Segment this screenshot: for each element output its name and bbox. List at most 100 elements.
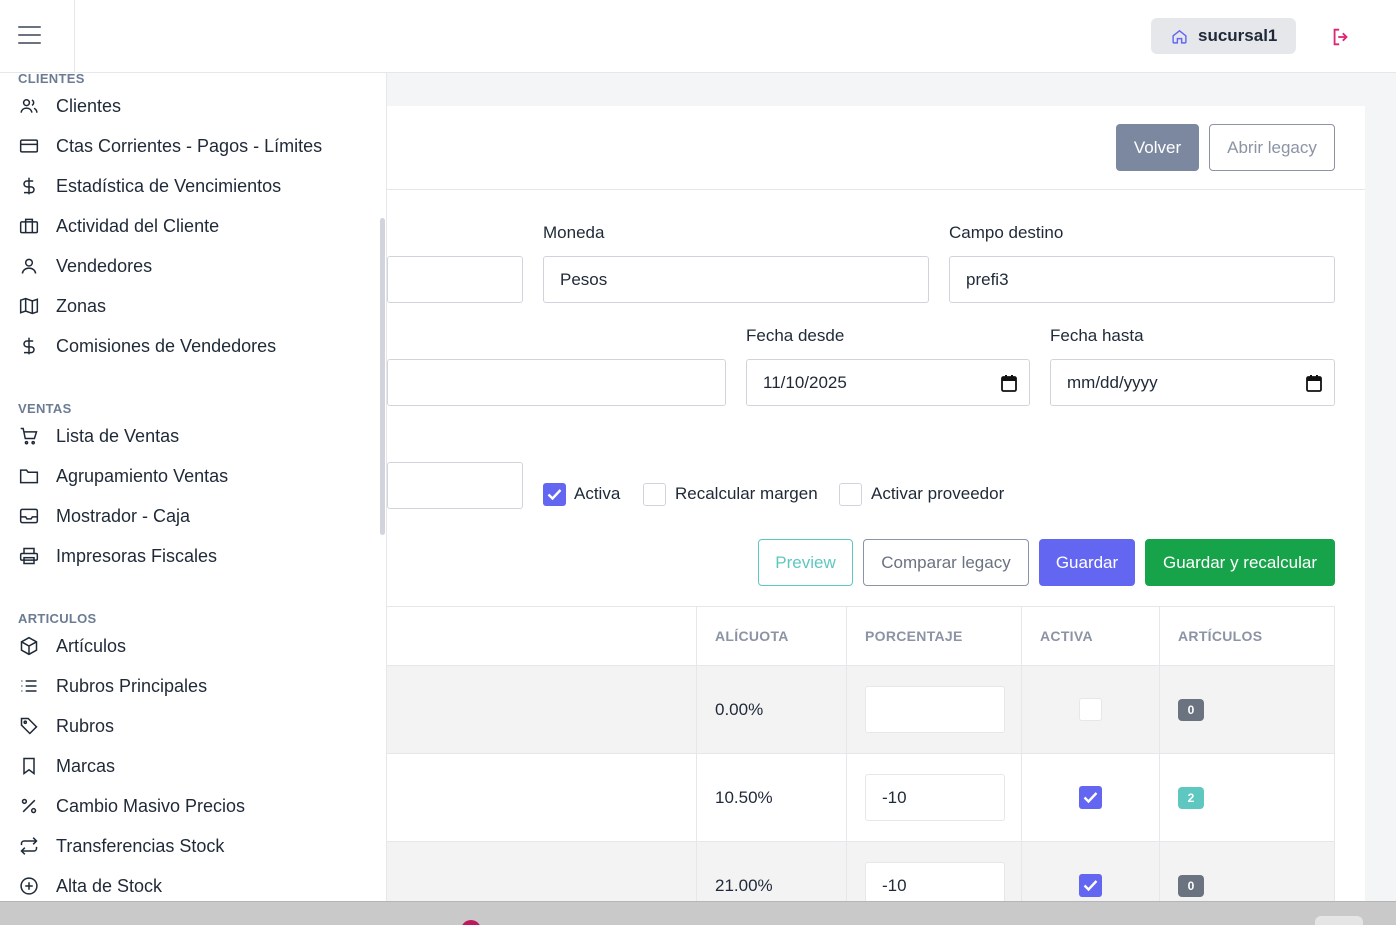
header-articulos: ARTÍCULOS	[1159, 607, 1335, 665]
tag-icon	[18, 715, 40, 737]
back-button[interactable]: Volver	[1116, 124, 1199, 171]
sidebar-item-label: Mostrador - Caja	[56, 505, 191, 526]
preview-button[interactable]: Preview	[758, 539, 853, 586]
activa-label: Activa	[574, 484, 621, 503]
sidebar-item-lista-ventas[interactable]: Lista de Ventas	[18, 421, 179, 451]
sidebar-item-label: Marcas	[56, 755, 116, 776]
check-icon	[547, 489, 562, 501]
header-porcentaje: PORCENTAJE	[846, 607, 1021, 665]
sidebar-item-marcas[interactable]: Marcas	[18, 751, 115, 781]
activa-cell	[1021, 754, 1159, 841]
main-card: Volver Abrir legacy Moneda Pesos Campo d…	[387, 106, 1365, 925]
list-icon	[18, 675, 40, 697]
recalcular-margen-label: Recalcular margen	[675, 484, 818, 503]
section-title-clientes: CLIENTES	[18, 73, 85, 86]
sidebar-item-ctas-corrientes[interactable]: Ctas Corrientes - Pagos - Límites	[18, 131, 322, 161]
sidebar-item-impresoras-fiscales[interactable]: Impresoras Fiscales	[18, 541, 217, 571]
folder-icon	[18, 465, 40, 487]
bookmark-icon	[18, 755, 40, 777]
sidebar-item-actividad-cliente[interactable]: Actividad del Cliente	[18, 211, 219, 241]
save-and-recalculate-button[interactable]: Guardar y recalcular	[1145, 539, 1335, 586]
sidebar-item-rubros-principales[interactable]: Rubros Principales	[18, 671, 207, 701]
percent-icon	[18, 795, 40, 817]
logout-icon[interactable]	[1330, 26, 1352, 48]
field-hidden-left-2[interactable]	[387, 359, 726, 406]
field-hidden-left-3[interactable]	[387, 462, 523, 509]
sidebar-item-label: Zonas	[56, 295, 107, 316]
branch-name: sucursal1	[1198, 26, 1278, 45]
sidebar-item-label: Rubros Principales	[56, 675, 208, 696]
sidebar-item-clientes[interactable]: Clientes	[18, 91, 121, 121]
fecha-desde-label: Fecha desde	[746, 326, 845, 345]
sidebar-item-agrupamiento-ventas[interactable]: Agrupamiento Ventas	[18, 461, 228, 491]
moneda-select[interactable]: Pesos	[543, 256, 929, 303]
home-icon	[1172, 29, 1187, 44]
branch-selector[interactable]: sucursal1	[1151, 18, 1296, 54]
fecha-desde-value: 11/10/2025	[763, 372, 847, 392]
user-icon	[18, 255, 40, 277]
articulos-count-badge[interactable]: 2	[1178, 786, 1204, 809]
articulos-count-badge[interactable]: 0	[1178, 874, 1204, 897]
map-icon	[18, 295, 40, 317]
sidebar-item-label: Actividad del Cliente	[56, 215, 220, 236]
articulos-cell: 0	[1159, 666, 1335, 753]
sidebar-item-label: Clientes	[56, 95, 122, 116]
bottom-taskbar	[0, 901, 1396, 925]
alicuota-cell: 10.50%	[696, 754, 846, 841]
header-activa: ACTIVA	[1021, 607, 1159, 665]
campo-destino-label: Campo destino	[949, 223, 1064, 242]
sidebar-item-label: Agrupamiento Ventas	[56, 465, 229, 486]
activa-checkbox[interactable]	[543, 483, 566, 506]
sidebar-item-estadistica-vencimientos[interactable]: Estadística de Vencimientos	[18, 171, 281, 201]
calendar-icon[interactable]	[1306, 374, 1322, 392]
activar-proveedor-label: Activar proveedor	[871, 484, 1005, 503]
row-activa-checkbox[interactable]	[1079, 786, 1102, 809]
menu-toggle-area[interactable]	[0, 0, 75, 73]
field-hidden-left-1[interactable]	[387, 256, 523, 303]
porcentaje-input[interactable]	[865, 686, 1005, 733]
check-icon	[1083, 880, 1098, 892]
sidebar-item-label: Alta de Stock	[56, 875, 163, 896]
sidebar-item-label: Artículos	[56, 635, 127, 656]
fecha-hasta-input[interactable]: mm/dd/yyyy	[1050, 359, 1335, 406]
sidebar-item-cambio-masivo-precios[interactable]: Cambio Masivo Precios	[18, 791, 245, 821]
porcentaje-cell: -10	[846, 754, 1021, 841]
calendar-icon[interactable]	[1001, 374, 1017, 392]
row-activa-checkbox[interactable]	[1079, 874, 1102, 897]
dollar-icon	[18, 335, 40, 357]
recalcular-margen-checkbox[interactable]	[643, 483, 666, 506]
card-header: Volver Abrir legacy	[387, 106, 1365, 190]
top-bar: sucursal1	[0, 0, 1396, 73]
hamburger-menu-icon[interactable]	[18, 26, 41, 46]
row-activa-checkbox[interactable]	[1079, 698, 1102, 721]
campo-destino-input[interactable]: prefi3	[949, 256, 1335, 303]
taskbar-app-icon[interactable]	[461, 920, 481, 925]
sidebar-item-label: Rubros	[56, 715, 115, 736]
sidebar-scrollbar[interactable]	[380, 218, 385, 535]
articulos-count-badge[interactable]: 0	[1178, 698, 1204, 721]
fecha-desde-input[interactable]: 11/10/2025	[746, 359, 1030, 406]
inbox-icon	[18, 505, 40, 527]
users-icon	[18, 95, 40, 117]
sidebar-item-label: Transferencias Stock	[56, 835, 225, 856]
sidebar-item-articulos[interactable]: Artículos	[18, 631, 126, 661]
porcentaje-cell	[846, 666, 1021, 753]
sidebar-item-vendedores[interactable]: Vendedores	[18, 251, 152, 281]
sidebar-item-mostrador-caja[interactable]: Mostrador - Caja	[18, 501, 190, 531]
sidebar-item-transferencias-stock[interactable]: Transferencias Stock	[18, 831, 224, 861]
porcentaje-input[interactable]: -10	[865, 774, 1005, 821]
sidebar-item-comisiones-vendedores[interactable]: Comisiones de Vendedores	[18, 331, 276, 361]
sidebar-item-label: Estadística de Vencimientos	[56, 175, 282, 196]
sidebar-item-alta-stock[interactable]: Alta de Stock	[18, 871, 162, 901]
fecha-hasta-label: Fecha hasta	[1050, 326, 1144, 345]
cart-icon	[18, 425, 40, 447]
activar-proveedor-checkbox[interactable]	[839, 483, 862, 506]
taskbar-tab[interactable]	[1315, 916, 1363, 925]
sidebar-item-rubros[interactable]: Rubros	[18, 711, 114, 741]
compare-legacy-button[interactable]: Comparar legacy	[863, 539, 1029, 586]
open-legacy-button[interactable]: Abrir legacy	[1209, 124, 1335, 171]
header-alicuota: ALÍCUOTA	[696, 607, 846, 665]
sidebar-item-zonas[interactable]: Zonas	[18, 291, 106, 321]
sidebar-item-label: Vendedores	[56, 255, 153, 276]
save-button[interactable]: Guardar	[1039, 539, 1135, 586]
